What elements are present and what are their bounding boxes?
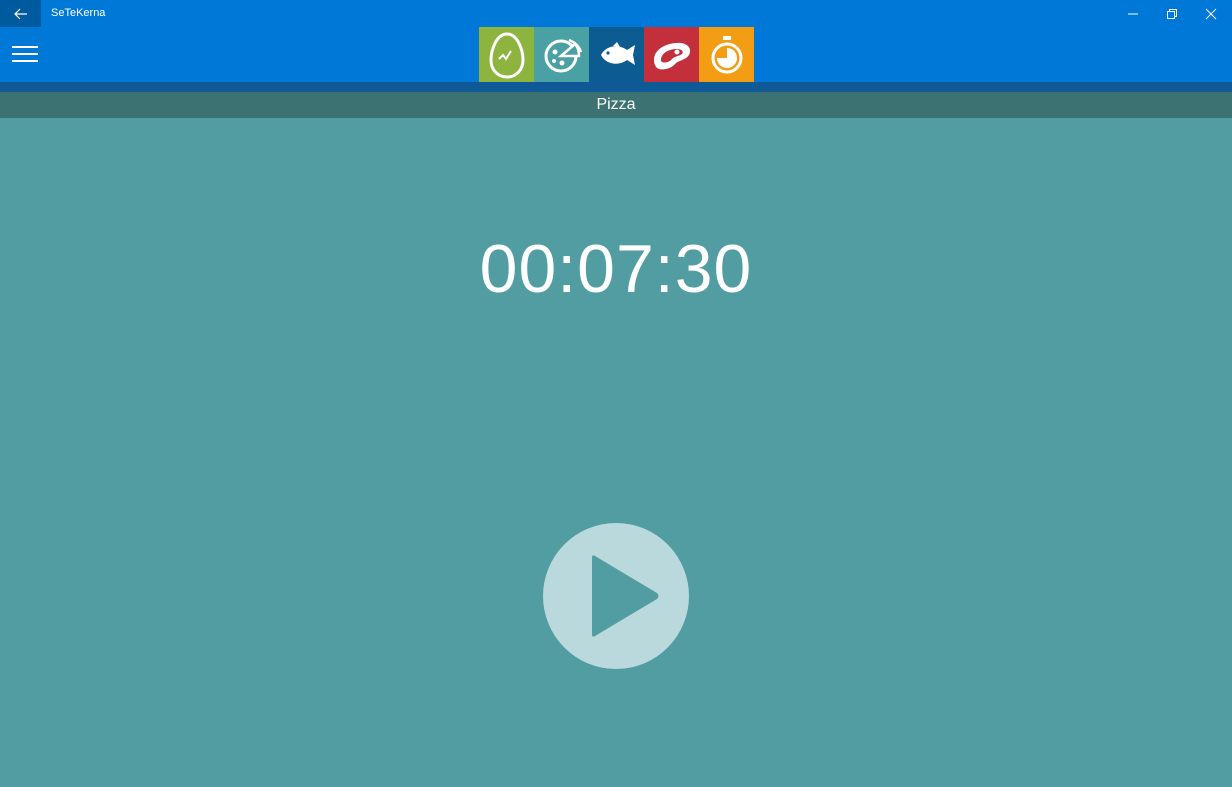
- title-bar: SeTeKerna: [0, 0, 1232, 27]
- hamburger-icon-line: [12, 53, 38, 55]
- fish-icon: [600, 41, 635, 65]
- hamburger-menu-button[interactable]: [12, 42, 42, 66]
- restore-icon: [1167, 8, 1177, 19]
- tile-steak[interactable]: [644, 27, 699, 82]
- back-arrow-icon: [13, 8, 27, 19]
- minimize-icon: [1128, 13, 1138, 14]
- close-button[interactable]: [1191, 0, 1231, 27]
- steak-icon: [653, 42, 690, 69]
- back-button[interactable]: [0, 0, 41, 27]
- tile-pizza[interactable]: [534, 27, 589, 82]
- play-icon: [592, 555, 659, 637]
- restore-button[interactable]: [1152, 0, 1192, 27]
- pizza-icon: [544, 38, 582, 72]
- close-icon: [1205, 8, 1217, 19]
- app-title: SeTeKerna: [51, 7, 106, 19]
- timer-display: 00:07:30: [479, 231, 753, 307]
- tile-stopwatch[interactable]: [699, 27, 754, 82]
- egg-icon: [488, 31, 525, 79]
- tile-fish[interactable]: [589, 27, 644, 82]
- app-bar: [0, 27, 1232, 82]
- minimize-button[interactable]: [1113, 0, 1153, 27]
- hamburger-icon-line: [12, 60, 38, 62]
- stopwatch-icon: [711, 35, 742, 73]
- header-stripe: [0, 82, 1232, 92]
- play-button[interactable]: [543, 523, 689, 669]
- category-tiles: [479, 27, 754, 82]
- hamburger-icon: [12, 46, 38, 48]
- tile-egg[interactable]: [479, 27, 534, 82]
- category-title: Pizza: [0, 92, 1232, 118]
